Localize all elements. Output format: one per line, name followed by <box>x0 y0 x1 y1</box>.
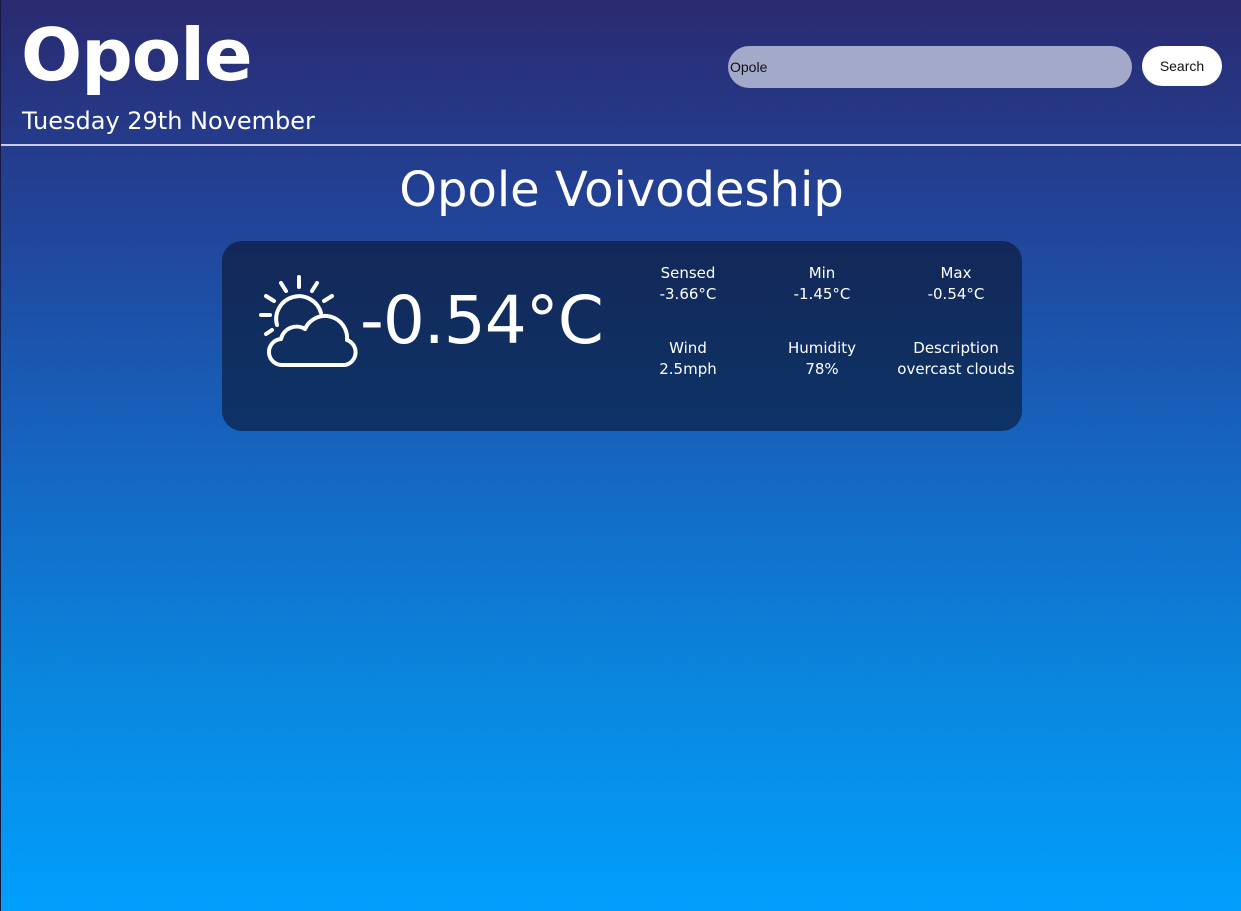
stat-description: Description overcast clouds <box>889 338 1023 380</box>
stat-description-value: overcast clouds <box>897 360 1015 378</box>
stat-wind-label: Wind <box>669 339 707 357</box>
stat-sensed: Sensed -3.66°C <box>621 263 755 305</box>
partly-cloudy-icon <box>257 273 363 373</box>
stat-max-label: Max <box>940 264 972 282</box>
city-title: Opole <box>21 13 253 97</box>
stat-max-value: -0.54°C <box>927 285 985 303</box>
stat-min-label: Min <box>808 264 836 282</box>
stat-sensed-value: -3.66°C <box>659 285 717 303</box>
header: Opole Tuesday 29th November Search <box>1 0 1241 146</box>
stat-sensed-label: Sensed <box>660 264 716 282</box>
stat-min: Min -1.45°C <box>755 263 889 305</box>
stat-humidity-value: 78% <box>805 360 839 378</box>
stat-description-label: Description <box>913 339 999 357</box>
stat-min-value: -1.45°C <box>793 285 851 303</box>
stat-wind-value: 2.5mph <box>659 360 717 378</box>
stat-max: Max -0.54°C <box>889 263 1023 305</box>
weather-card: -0.54°C Sensed -3.66°C Min -1.45°C Max -… <box>222 241 1022 431</box>
stat-humidity-label: Humidity <box>787 339 856 357</box>
region-title: Opole Voivodeship <box>399 162 844 218</box>
stat-wind: Wind 2.5mph <box>621 338 755 380</box>
search-button[interactable]: Search <box>1142 46 1222 86</box>
temperature-value: -0.54°C <box>360 282 604 359</box>
search-input[interactable] <box>728 46 1132 88</box>
date-text: Tuesday 29th November <box>22 107 315 135</box>
stat-humidity: Humidity 78% <box>755 338 889 380</box>
